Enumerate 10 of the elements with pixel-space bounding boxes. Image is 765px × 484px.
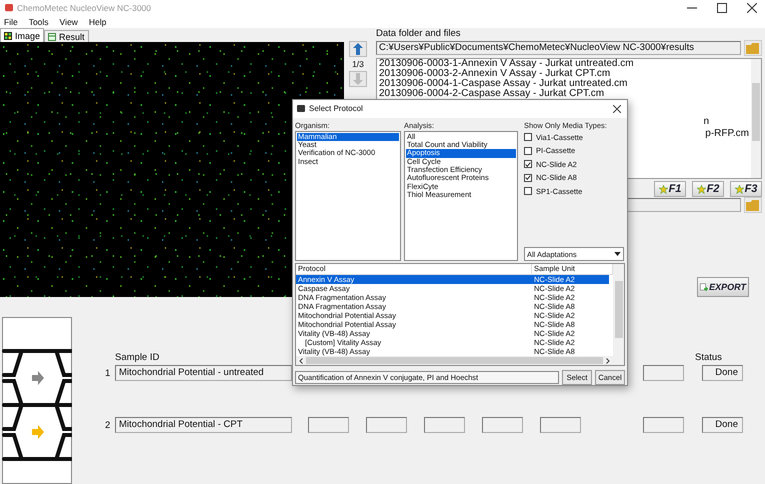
- column-header: Sample ID: [115, 352, 160, 363]
- status-field: Done: [702, 365, 743, 381]
- status-field: Done: [702, 417, 743, 433]
- row-number: 1: [104, 368, 112, 378]
- window-title: ChemoMetec NucleoView NC-3000: [17, 2, 152, 12]
- image-counter: 1/3: [352, 59, 364, 69]
- column-header: Status: [695, 352, 722, 363]
- section-label: Data folder and files: [376, 28, 462, 40]
- row-number: 2: [104, 420, 112, 430]
- dialog-title: Select Protocol: [309, 104, 363, 114]
